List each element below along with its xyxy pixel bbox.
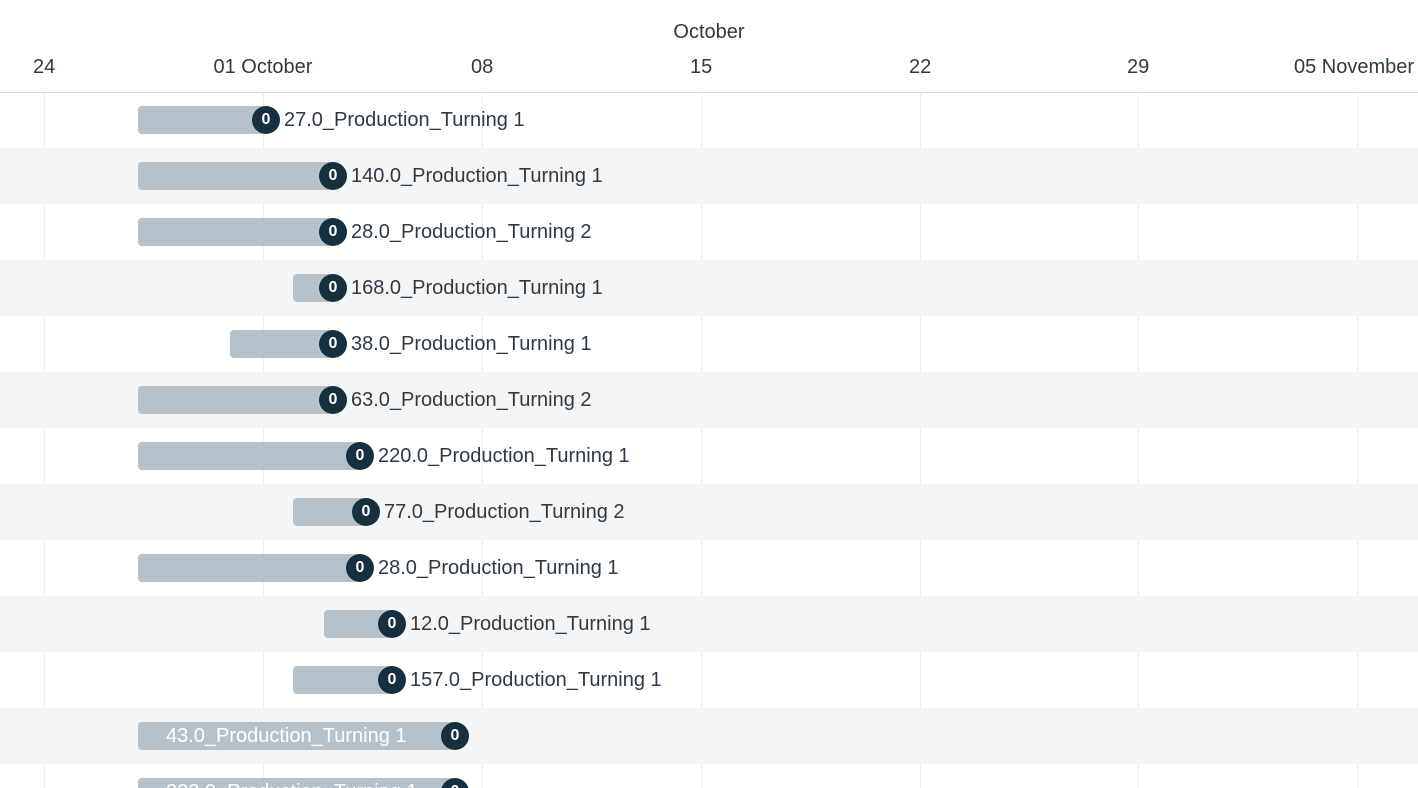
timeline-header: 24 01 October 08 15 22 29 05 November — [0, 56, 1418, 93]
gantt-row: 222.0_Production_Turning 10 — [0, 764, 1418, 788]
gantt-row: 0220.0_Production_Turning 1 — [0, 428, 1418, 484]
gantt-row: 063.0_Production_Turning 2 — [0, 372, 1418, 428]
gantt-progress-badge[interactable]: 0 — [252, 106, 280, 134]
gantt-row: 43.0_Production_Turning 1 0 — [0, 708, 1418, 764]
gantt-bar-label: 38.0_Production_Turning 1 — [351, 330, 592, 358]
gantt-progress-badge[interactable]: 0 — [319, 218, 347, 246]
gantt-progress-badge[interactable]: 0 — [319, 386, 347, 414]
timeline-tick: 29 — [1127, 56, 1149, 79]
gantt-progress-badge[interactable]: 0 — [378, 610, 406, 638]
gantt-row: 077.0_Production_Turning 2 — [0, 484, 1418, 540]
gantt-progress-badge[interactable]: 0 — [346, 442, 374, 470]
gantt-bar-label: 27.0_Production_Turning 1 — [284, 106, 525, 134]
gantt-bar-label: 140.0_Production_Turning 1 — [351, 162, 603, 190]
gantt-progress-badge[interactable]: 0 — [319, 330, 347, 358]
gantt-row: 028.0_Production_Turning 2 — [0, 204, 1418, 260]
gantt-row: 0140.0_Production_Turning 1 — [0, 148, 1418, 204]
gantt-row: 028.0_Production_Turning 1 — [0, 540, 1418, 596]
timeline-tick: 24 — [33, 56, 55, 79]
gantt-bar[interactable] — [138, 218, 333, 246]
timeline-tick: 15 — [690, 56, 712, 79]
timeline-tick: 22 — [909, 56, 931, 79]
gantt-bar[interactable] — [230, 330, 333, 358]
gantt-row: 027.0_Production_Turning 1 — [0, 92, 1418, 148]
gantt-progress-badge[interactable]: 0 — [441, 722, 469, 750]
gantt-bar-label: 168.0_Production_Turning 1 — [351, 274, 603, 302]
gantt-row: 012.0_Production_Turning 1 — [0, 596, 1418, 652]
gantt-bar-label: 28.0_Production_Turning 1 — [378, 554, 619, 582]
gantt-bar[interactable]: 222.0_Production_Turning 1 — [138, 778, 455, 788]
gantt-progress-badge[interactable]: 0 — [352, 498, 380, 526]
gantt-bar-label: 12.0_Production_Turning 1 — [410, 610, 651, 638]
gantt-bar-label: 43.0_Production_Turning 1 — [138, 725, 407, 748]
gantt-bar[interactable]: 43.0_Production_Turning 1 — [138, 722, 455, 750]
gantt-body[interactable]: 027.0_Production_Turning 10140.0_Product… — [0, 92, 1418, 788]
gantt-row: 0168.0_Production_Turning 1 — [0, 260, 1418, 316]
timeline-tick: 01 October — [214, 56, 313, 79]
gantt-bar-label: 77.0_Production_Turning 2 — [384, 498, 625, 526]
gantt-bar[interactable] — [138, 442, 360, 470]
gantt-progress-badge[interactable]: 0 — [319, 162, 347, 190]
timeline-tick: 05 November — [1294, 56, 1414, 79]
gantt-bar[interactable] — [138, 386, 333, 414]
gantt-progress-badge[interactable]: 0 — [319, 274, 347, 302]
gantt-bar-label: 63.0_Production_Turning 2 — [351, 386, 592, 414]
gantt-bar[interactable] — [138, 106, 266, 134]
gantt-bar-label: 157.0_Production_Turning 1 — [410, 666, 662, 694]
gantt-bar-label: 28.0_Production_Turning 2 — [351, 218, 592, 246]
gantt-progress-badge[interactable]: 0 — [378, 666, 406, 694]
gantt-row: 0157.0_Production_Turning 1 — [0, 652, 1418, 708]
gantt-progress-badge[interactable]: 0 — [346, 554, 374, 582]
timeline-tick: 08 — [471, 56, 493, 79]
gantt-bar[interactable] — [138, 554, 360, 582]
gantt-bar[interactable] — [138, 162, 333, 190]
gantt-bar-label: 220.0_Production_Turning 1 — [378, 442, 630, 470]
gantt-bar-label: 222.0_Production_Turning 1 — [138, 781, 418, 788]
timeline-month-label: October — [0, 21, 1418, 44]
gantt-viewport: October 2401 October0815222905 November … — [0, 0, 1418, 788]
gantt-row: 038.0_Production_Turning 1 — [0, 316, 1418, 372]
